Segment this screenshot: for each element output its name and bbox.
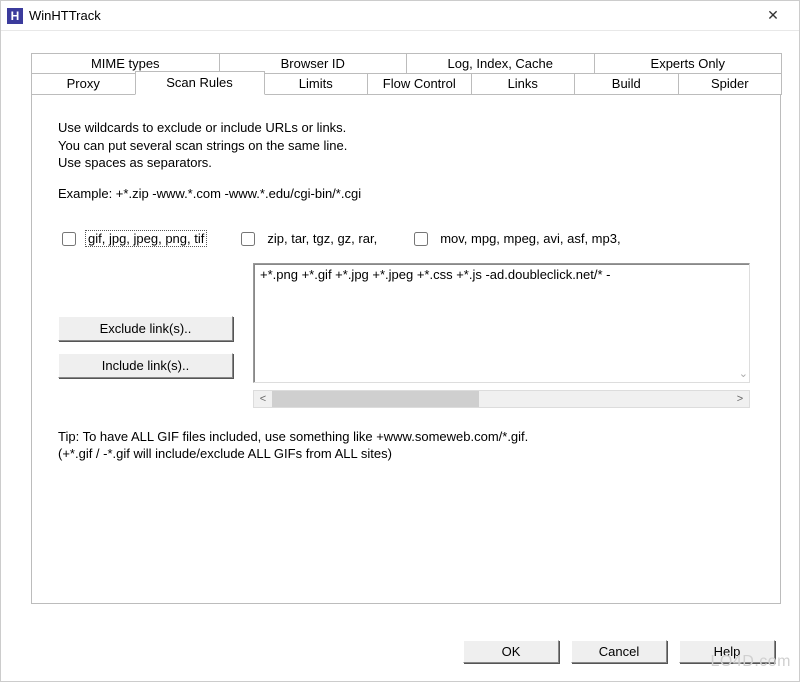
rules-row: Exclude link(s).. Include link(s).. ⌄ < … <box>58 263 750 408</box>
instruction-line: Use wildcards to exclude or include URLs… <box>58 119 750 137</box>
dialog-buttons: OK Cancel Help <box>463 640 775 663</box>
scroll-left-icon[interactable]: < <box>254 393 272 405</box>
checkbox-images-input[interactable] <box>62 232 76 246</box>
tab-scan-rules[interactable]: Scan Rules <box>135 71 265 95</box>
ok-button[interactable]: OK <box>463 640 559 663</box>
filetype-checkbox-row: gif, jpg, jpeg, png, tif zip, tar, tgz, … <box>58 229 750 249</box>
tab-flow-control[interactable]: Flow Control <box>367 73 472 95</box>
dialog-window: H WinHTTrack ✕ MIME types Browser ID Log… <box>0 0 800 682</box>
checkbox-images[interactable]: gif, jpg, jpeg, png, tif <box>58 229 207 249</box>
tip-line: (+*.gif / -*.gif will include/exclude AL… <box>58 445 750 463</box>
tab-build[interactable]: Build <box>574 73 679 95</box>
tab-experts-only[interactable]: Experts Only <box>594 53 783 74</box>
tab-limits[interactable]: Limits <box>264 73 369 95</box>
app-icon: H <box>7 8 23 24</box>
include-links-button[interactable]: Include link(s).. <box>58 353 233 378</box>
checkbox-archives[interactable]: zip, tar, tgz, gz, rar, <box>237 229 380 249</box>
checkbox-media-input[interactable] <box>414 232 428 246</box>
instruction-line: You can put several scan strings on the … <box>58 137 750 155</box>
scroll-right-icon[interactable]: > <box>731 393 749 405</box>
tab-panel-scan-rules: Use wildcards to exclude or include URLs… <box>31 94 781 604</box>
tab-log-index-cache[interactable]: Log, Index, Cache <box>406 53 595 74</box>
scrollbar-thumb[interactable] <box>272 391 479 407</box>
tip-line: Tip: To have ALL GIF files included, use… <box>58 428 750 446</box>
titlebar: H WinHTTrack ✕ <box>1 1 799 31</box>
checkbox-archives-input[interactable] <box>241 232 255 246</box>
tab-spider[interactable]: Spider <box>678 73 783 95</box>
cancel-button[interactable]: Cancel <box>571 640 667 663</box>
link-buttons-column: Exclude link(s).. Include link(s).. <box>58 263 233 408</box>
dialog-body: MIME types Browser ID Log, Index, Cache … <box>1 31 799 681</box>
checkbox-images-label: gif, jpg, jpeg, png, tif <box>85 230 207 247</box>
scroll-down-icon[interactable]: ⌄ <box>739 367 748 380</box>
checkbox-media[interactable]: mov, mpg, mpeg, avi, asf, mp3, <box>410 229 623 249</box>
tab-proxy[interactable]: Proxy <box>31 73 136 95</box>
help-button[interactable]: Help <box>679 640 775 663</box>
tab-control: MIME types Browser ID Log, Index, Cache … <box>31 53 781 604</box>
checkbox-archives-label: zip, tar, tgz, gz, rar, <box>264 230 380 247</box>
checkbox-media-label: mov, mpg, mpeg, avi, asf, mp3, <box>437 230 623 247</box>
instructions: Use wildcards to exclude or include URLs… <box>58 119 750 172</box>
instruction-example: Example: +*.zip -www.*.com -www.*.edu/cg… <box>58 186 750 201</box>
window-title: WinHTTrack <box>29 8 753 23</box>
scrollbar-track[interactable] <box>272 391 731 407</box>
rules-area: ⌄ < > <box>253 263 750 408</box>
tab-links[interactable]: Links <box>471 73 576 95</box>
close-icon[interactable]: ✕ <box>753 7 793 24</box>
tab-row-2: Proxy Scan Rules Limits Flow Control Lin… <box>31 73 781 95</box>
scan-rules-textarea[interactable] <box>253 263 750 383</box>
exclude-links-button[interactable]: Exclude link(s).. <box>58 316 233 341</box>
tip-text: Tip: To have ALL GIF files included, use… <box>58 428 750 463</box>
instruction-line: Use spaces as separators. <box>58 154 750 172</box>
horizontal-scrollbar[interactable]: < > <box>253 390 750 408</box>
